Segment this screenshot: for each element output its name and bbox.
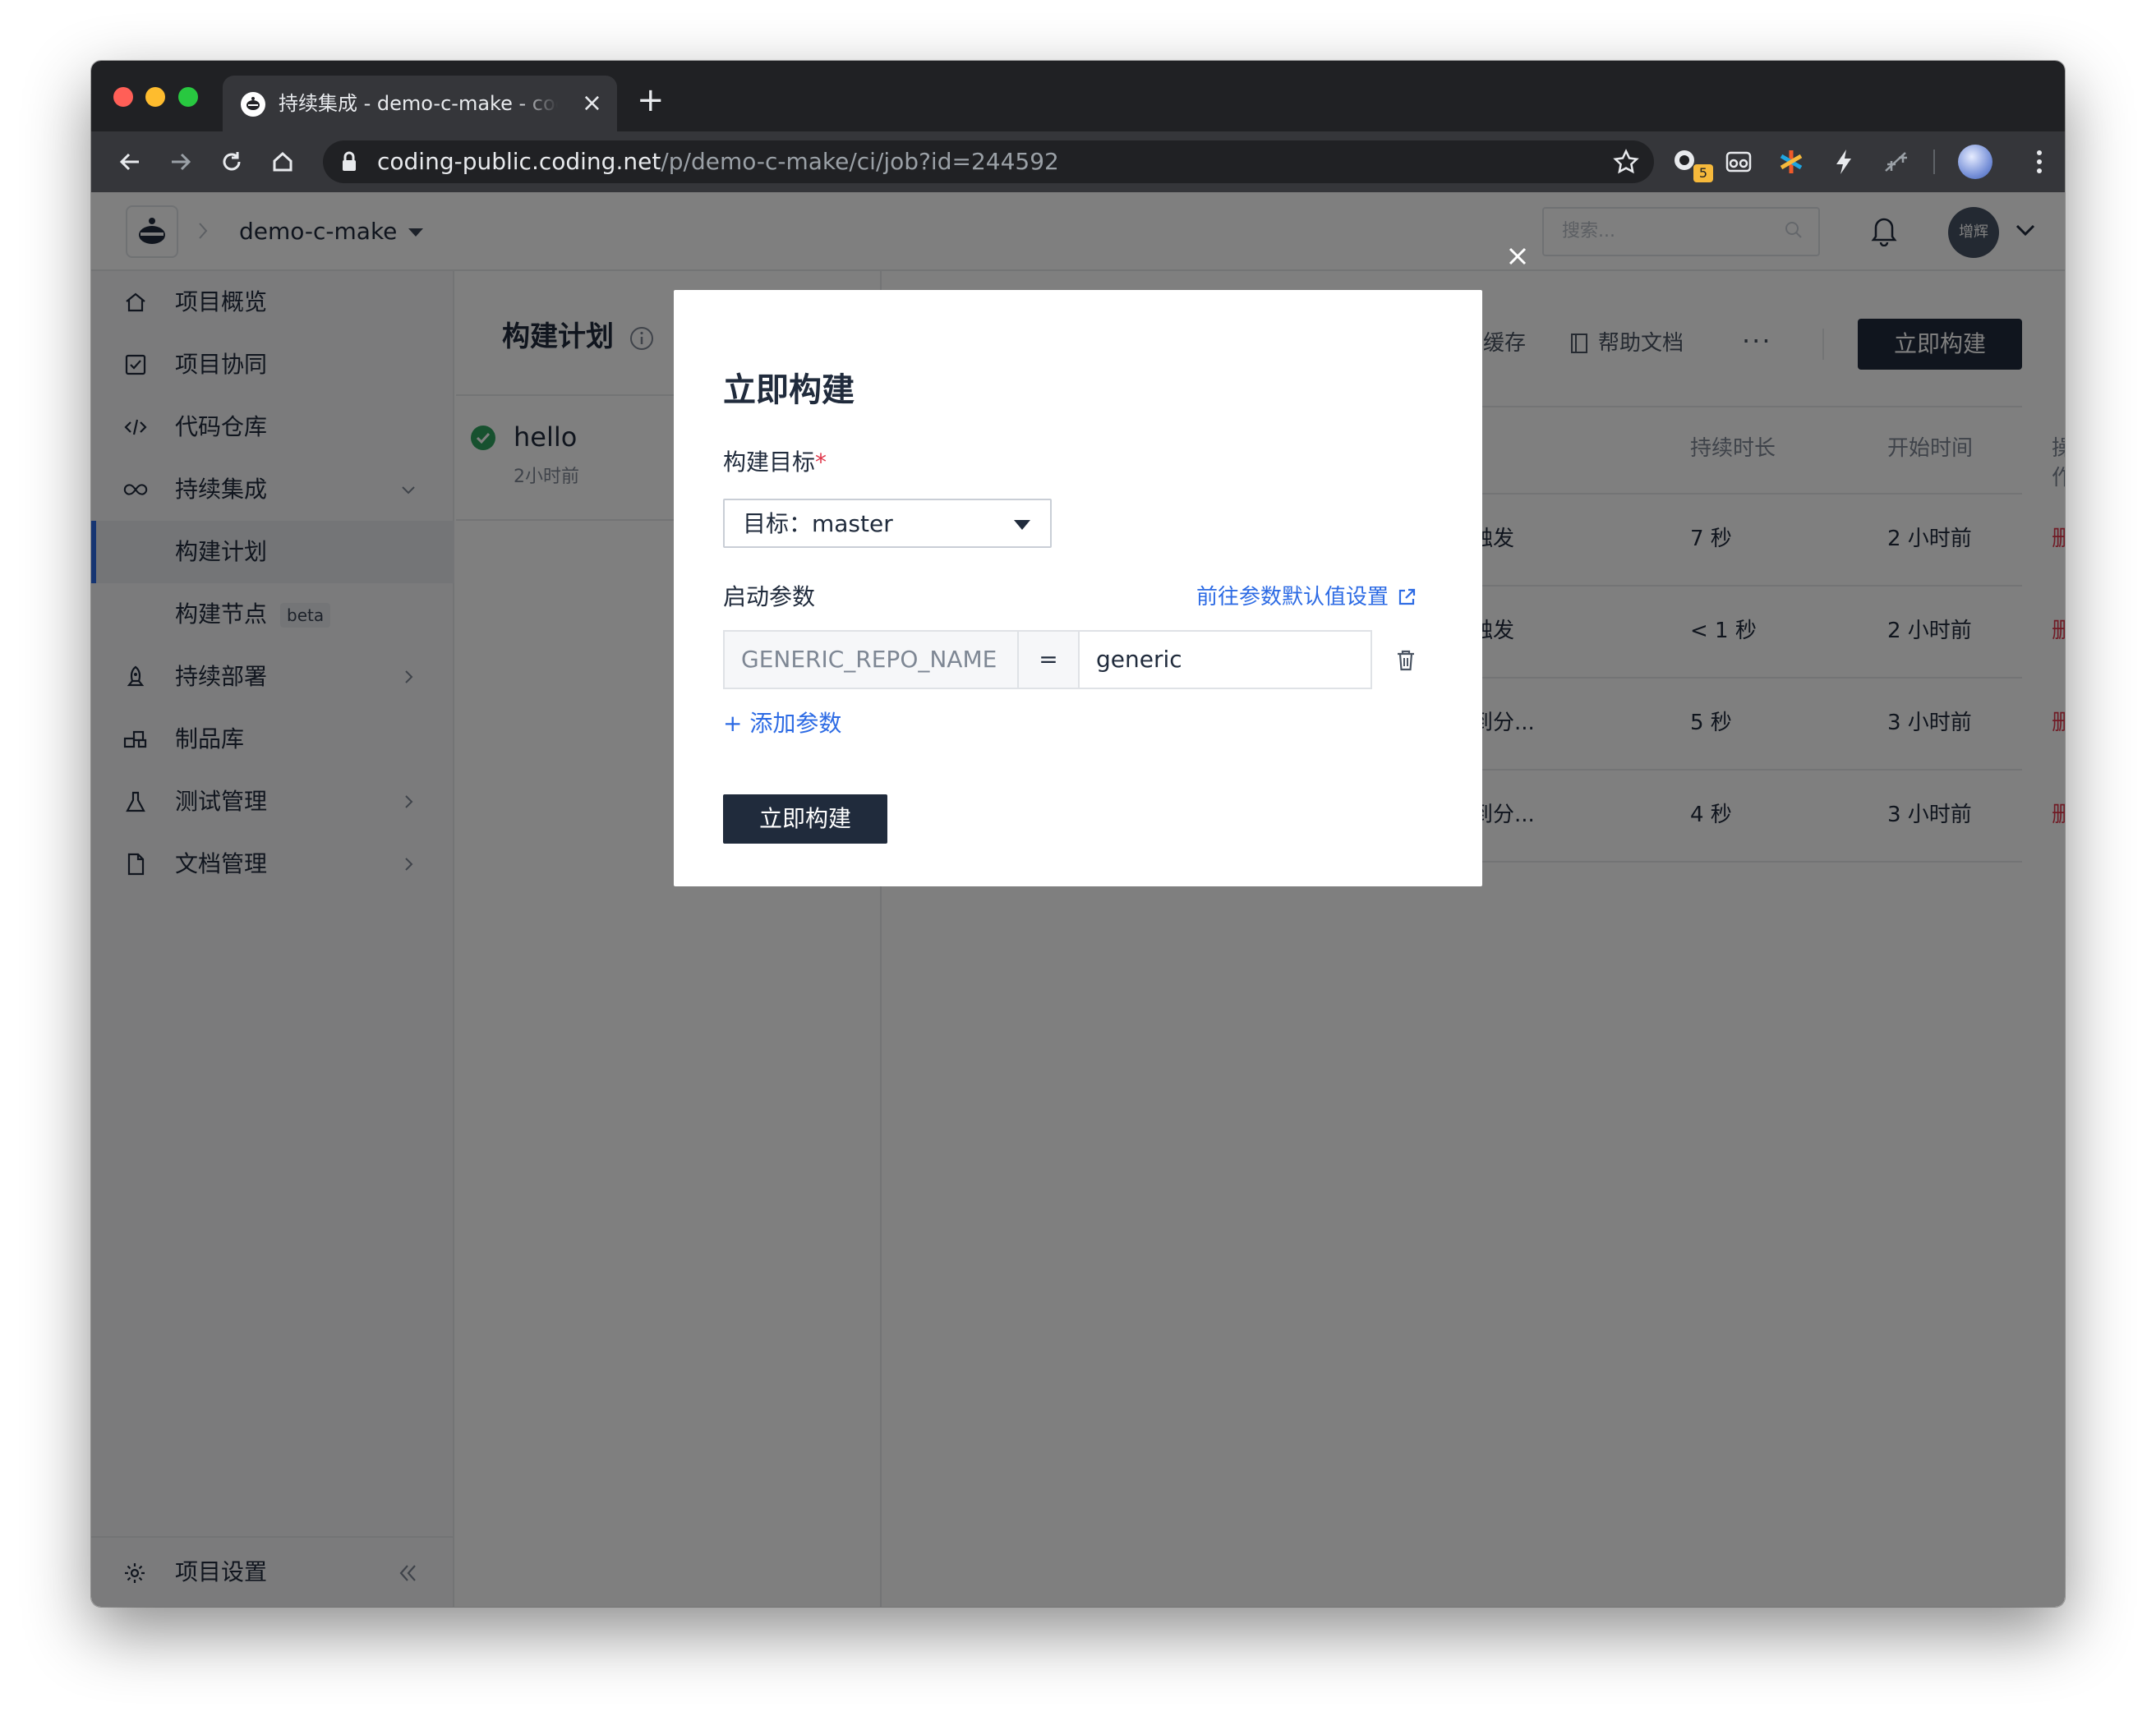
browser-toolbar: coding-public.coding.net/p/demo-c-make/c… [91,131,2065,192]
maximize-window-button[interactable] [178,87,198,107]
browser-profile-avatar[interactable] [1958,145,1992,179]
add-param-button[interactable]: + 添加参数 [723,707,841,740]
bookmark-star-icon[interactable] [1613,149,1639,178]
trash-icon[interactable] [1395,648,1417,676]
param-key-input[interactable]: GENERIC_REPO_NAME [723,630,1019,689]
browser-titlebar: 持续集成 - demo-c-make - coding × + [91,61,2065,131]
modal-close-icon[interactable] [1501,240,1534,273]
modal-build-button[interactable]: 立即构建 [723,794,887,844]
params-label: 启动参数 [723,583,816,610]
tab-close-icon[interactable]: × [582,90,602,117]
home-icon[interactable] [267,146,298,177]
extension-translate-icon[interactable] [1881,146,1912,177]
forward-arrow-icon[interactable] [165,146,196,177]
reload-icon[interactable] [216,146,247,177]
back-arrow-icon[interactable] [114,146,145,177]
toolbar-divider [1933,150,1935,174]
build-now-modal: 立即构建 构建目标* 目标：master 启动参数 前往参数默认值设置 GENE… [674,290,1482,886]
param-value-input[interactable]: generic [1078,630,1372,689]
new-tab-icon[interactable]: + [637,84,665,117]
build-target-select[interactable]: 目标：master [723,499,1052,548]
browser-menu-icon[interactable] [2024,146,2055,177]
caret-down-icon [1014,520,1030,530]
modal-title: 立即构建 [723,371,855,409]
extension-asterisk-icon[interactable] [1776,146,1807,177]
lock-icon [341,151,357,176]
address-bar[interactable]: coding-public.coding.net/p/demo-c-make/c… [323,140,1654,183]
tab-title: 持续集成 - demo-c-make - coding [279,92,558,115]
extension-bolt-icon[interactable] [1828,146,1859,177]
param-equals: = [1017,630,1080,689]
build-target-label: 构建目标* [723,449,827,476]
close-window-button[interactable] [113,87,133,107]
minimize-window-button[interactable] [145,87,165,107]
coding-logo-icon [241,92,265,117]
browser-window: 持续集成 - demo-c-make - coding × + coding-p… [91,61,2065,1607]
extension-glasses-icon[interactable] [1723,146,1754,177]
external-link-icon [1398,588,1416,605]
extension-badge: 5 [1693,164,1713,182]
param-defaults-link[interactable]: 前往参数默认值设置 [1196,582,1417,612]
url-text: coding-public.coding.net/p/demo-c-make/c… [377,148,1059,175]
browser-tab[interactable]: 持续集成 - demo-c-make - coding × [223,76,617,131]
